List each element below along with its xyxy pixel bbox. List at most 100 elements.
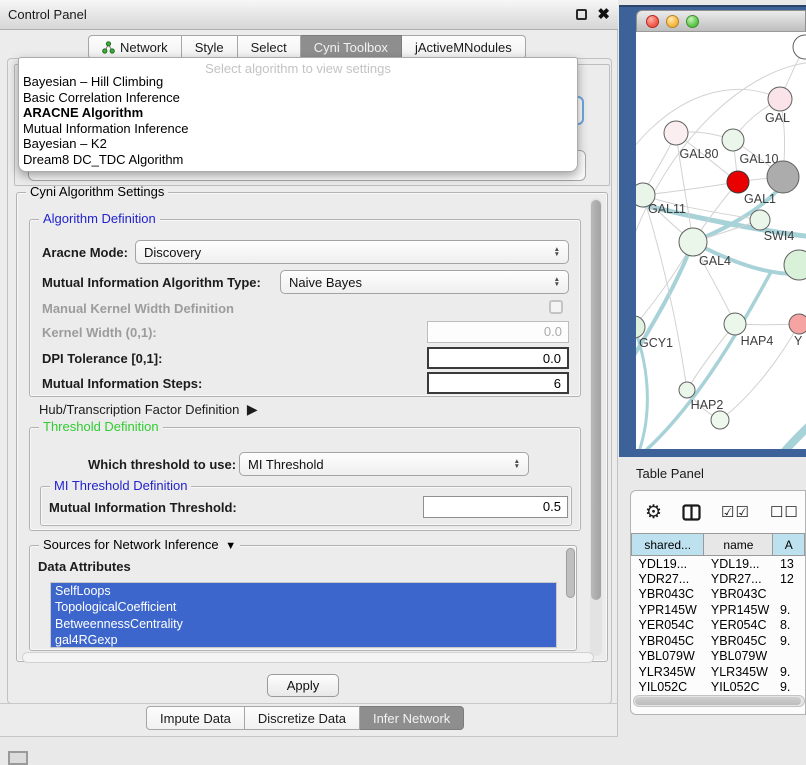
table-row[interactable]: YLR345WYLR345W9.	[632, 664, 805, 680]
network-node-swi4[interactable]	[750, 210, 770, 230]
data-attribute-item[interactable]: BetweennessCentrality	[51, 616, 556, 632]
table-cell[interactable]	[773, 649, 805, 665]
mi-threshold-field[interactable]: 0.5	[423, 496, 568, 518]
algorithm-option[interactable]: Bayesian – K2	[19, 136, 577, 152]
table-cell[interactable]: YLR345W	[632, 664, 704, 680]
tab-network[interactable]: Network	[88, 35, 182, 59]
network-node-hap2[interactable]	[679, 382, 695, 398]
mac-zoom-icon[interactable]	[686, 15, 699, 28]
table-hscroll-thumb[interactable]	[635, 697, 801, 705]
float-window-icon[interactable]	[576, 9, 587, 20]
table-cell[interactable]: 12	[773, 571, 805, 587]
table-horizontal-scrollbar[interactable]	[633, 695, 805, 707]
table-row[interactable]: YBR045CYBR045C9.	[632, 633, 805, 649]
settings-horizontal-scrollbar[interactable]	[22, 652, 594, 663]
sources-group-title[interactable]: Sources for Network Inference ▼	[39, 537, 240, 552]
kernel-width-field[interactable]: 0.0	[427, 321, 569, 343]
algorithm-option[interactable]: Bayesian – Hill Climbing	[19, 74, 577, 90]
algorithm-option[interactable]: Dream8 DC_TDC Algorithm	[19, 152, 577, 168]
network-node[interactable]	[793, 35, 806, 59]
attribute-table[interactable]: shared...nameA YDL19...YDL19...13YDR27..…	[631, 533, 805, 695]
table-cell[interactable]: YBL079W	[704, 649, 773, 665]
algorithm-option[interactable]: Basic Correlation Inference	[19, 90, 577, 106]
unchecked-columns-icon[interactable]: ☐☐	[770, 503, 799, 521]
network-graph[interactable]: GALGAL80GAL10GAL1GAL11GAL4SWI4GCY1HAP4YH…	[636, 32, 806, 449]
table-row[interactable]: YBL079WYBL079W	[632, 649, 805, 665]
algorithm-option[interactable]: ARACNE Algorithm	[19, 105, 577, 121]
algorithm-option[interactable]: Mutual Information Inference	[19, 121, 577, 137]
data-attribute-item[interactable]: gal4RGexp	[51, 632, 556, 648]
network-node-gal1[interactable]	[727, 171, 749, 193]
table-cell[interactable]: 13	[773, 556, 805, 572]
tab-style[interactable]: Style	[182, 35, 238, 59]
table-row[interactable]: YBR043CYBR043C	[632, 587, 805, 603]
table-cell[interactable]: YBR043C	[704, 587, 773, 603]
table-column-header[interactable]: shared...	[632, 534, 704, 556]
table-cell[interactable]: YIL052C	[704, 680, 773, 696]
mac-minimize-icon[interactable]	[666, 15, 679, 28]
table-row[interactable]: YIL052CYIL052C9.	[632, 680, 805, 696]
table-cell[interactable]: 9.	[773, 664, 805, 680]
tab-infer-network[interactable]: Infer Network	[360, 706, 464, 730]
table-cell[interactable]: YDR27...	[704, 571, 773, 587]
table-cell[interactable]: YBR045C	[632, 633, 704, 649]
table-cell[interactable]	[773, 587, 805, 603]
table-cell[interactable]: 8.	[773, 618, 805, 634]
table-cell[interactable]: YIL052C	[632, 680, 704, 696]
data-attribute-item[interactable]: SelfLoops	[51, 583, 556, 599]
table-cell[interactable]: 9.	[773, 602, 805, 618]
table-cell[interactable]: YER054C	[632, 618, 704, 634]
network-node[interactable]	[767, 161, 799, 193]
network-canvas[interactable]: GALGAL80GAL10GAL1GAL11GAL4SWI4GCY1HAP4YH…	[636, 32, 806, 449]
network-node-gal10[interactable]	[722, 129, 744, 151]
hub-definition-toggle[interactable]: Hub/Transcription Factor Definition ▶	[39, 401, 258, 418]
close-icon[interactable]: ✖	[597, 9, 610, 20]
network-node-gal80[interactable]	[664, 121, 688, 145]
data-attribute-item[interactable]: TopologicalCoefficient	[51, 599, 556, 615]
settings-vertical-scrollbar[interactable]	[590, 198, 602, 656]
table-cell[interactable]: YDL19...	[704, 556, 773, 572]
table-cell[interactable]: YDL19...	[632, 556, 704, 572]
data-attributes-list[interactable]: SelfLoopsTopologicalCoefficientBetweenne…	[50, 582, 557, 648]
aracne-mode-combo[interactable]: Discovery ▲▼	[135, 240, 569, 264]
gear-icon[interactable]: ⚙	[645, 501, 662, 524]
network-node-hap4[interactable]	[724, 313, 746, 335]
network-window-titlebar[interactable]	[636, 10, 806, 32]
which-threshold-combo[interactable]: MI Threshold ▲▼	[239, 452, 529, 476]
table-cell[interactable]: YBR043C	[632, 587, 704, 603]
table-row[interactable]: YDR27...YDR27...12	[632, 571, 805, 587]
tab-jactivemnodules[interactable]: jActiveMNodules	[402, 35, 526, 59]
table-row[interactable]: YER054CYER054C8.	[632, 618, 805, 634]
checked-columns-icon[interactable]: ☑☑	[721, 503, 750, 521]
tab-cyni-toolbox[interactable]: Cyni Toolbox	[301, 35, 402, 59]
tab-select[interactable]: Select	[238, 35, 301, 59]
apply-button[interactable]: Apply	[267, 674, 339, 697]
table-column-header[interactable]: A	[773, 534, 805, 556]
table-column-header[interactable]: name	[704, 534, 773, 556]
table-row[interactable]: YPR145WYPR145W9.	[632, 602, 805, 618]
tab-impute-data[interactable]: Impute Data	[146, 706, 245, 730]
mi-type-combo[interactable]: Naive Bayes ▲▼	[280, 270, 569, 294]
network-node-gal[interactable]	[768, 87, 792, 111]
table-cell[interactable]: YDR27...	[632, 571, 704, 587]
table-cell[interactable]: YPR145W	[632, 602, 704, 618]
dpi-tolerance-field[interactable]: 0.0	[427, 347, 569, 369]
table-cell[interactable]: YLR345W	[704, 664, 773, 680]
table-cell[interactable]: YER054C	[704, 618, 773, 634]
table-cell[interactable]: 9.	[773, 633, 805, 649]
network-node-gcy1[interactable]	[636, 316, 645, 338]
table-cell[interactable]: YBL079W	[632, 649, 704, 665]
attributes-scrollbar-thumb[interactable]	[566, 548, 575, 598]
settings-vscroll-thumb[interactable]	[591, 200, 601, 600]
table-cell[interactable]: 9.	[773, 680, 805, 696]
tab-discretize-data[interactable]: Discretize Data	[245, 706, 360, 730]
table-cell[interactable]: YPR145W	[704, 602, 773, 618]
mac-close-icon[interactable]	[646, 15, 659, 28]
manual-kernel-checkbox[interactable]	[549, 300, 563, 314]
network-node[interactable]	[711, 411, 729, 429]
minimized-panel-icon[interactable]	[8, 751, 28, 765]
network-node-gal4[interactable]	[679, 228, 707, 256]
split-columns-icon[interactable]	[682, 504, 701, 521]
mi-steps-field[interactable]: 6	[427, 372, 569, 394]
table-row[interactable]: YDL19...YDL19...13	[632, 556, 805, 572]
